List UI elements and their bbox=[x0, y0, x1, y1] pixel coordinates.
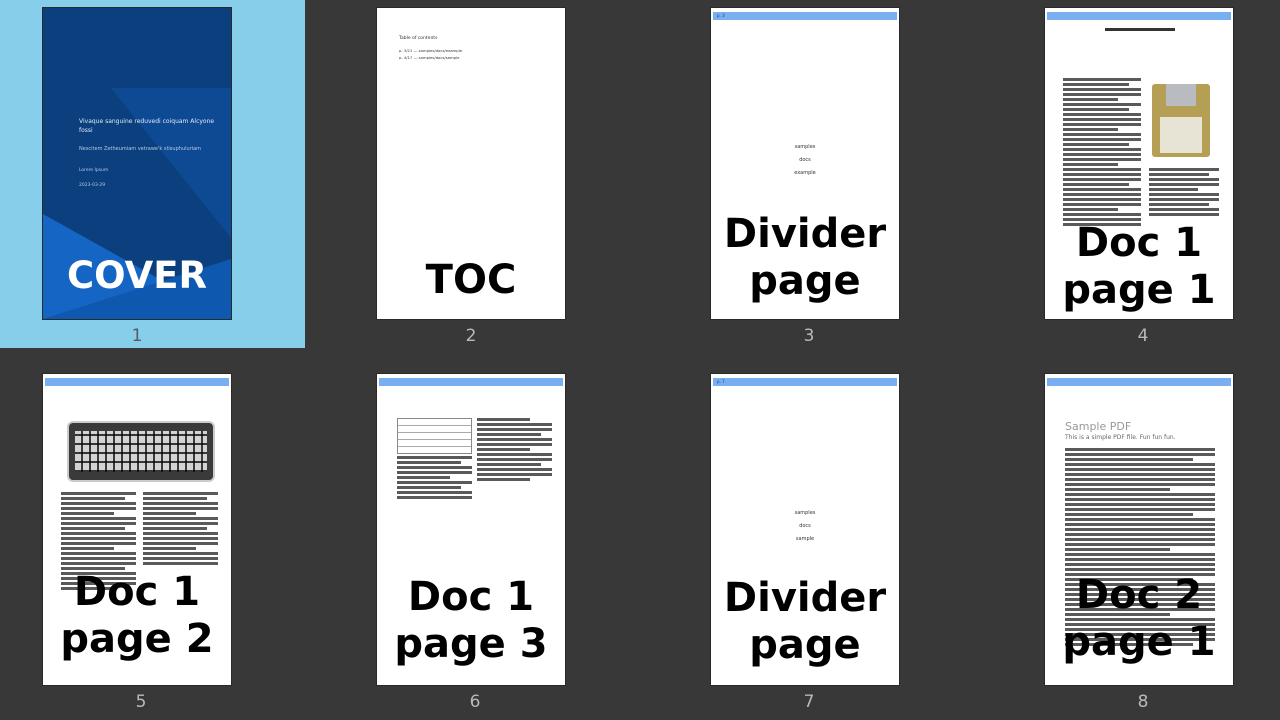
page-header-bar: p. 7 bbox=[713, 378, 897, 386]
page-header-bar bbox=[379, 378, 563, 386]
toc-entry[interactable]: p. 4/17 — samples/docs/sample bbox=[399, 55, 460, 60]
toc-page-thumbnail[interactable]: Table of contents p. 3/21 — samples/docs… bbox=[377, 8, 565, 319]
page-header-bar bbox=[1047, 378, 1231, 386]
body-text bbox=[477, 418, 552, 483]
cover-page-thumbnail[interactable]: Vivaque sanguine reduvedi coiquam Alcyon… bbox=[43, 8, 231, 319]
thumbnail-cell-7[interactable]: p. 7 samples docs sample Divider page 7 bbox=[668, 366, 973, 714]
page-number: 2 bbox=[465, 326, 477, 346]
page-overlay-label: Divider page bbox=[723, 211, 887, 304]
body-text bbox=[143, 492, 218, 567]
page-header-bar bbox=[1047, 12, 1231, 20]
page-number: 3 bbox=[803, 326, 815, 346]
page-number: 7 bbox=[803, 692, 815, 712]
page-overlay-label: TOC bbox=[425, 257, 517, 303]
floppy-disk-image bbox=[1152, 84, 1210, 157]
cover-date: 2023-03-29 bbox=[79, 183, 106, 188]
doc2-page1-thumbnail[interactable]: Sample PDF This is a simple PDF file. Fu… bbox=[1045, 374, 1233, 685]
divider-page-thumbnail[interactable]: p. 7 samples docs sample Divider page bbox=[711, 374, 899, 685]
thumbnail-cell-4[interactable]: Doc 1 page 1 4 bbox=[1002, 0, 1280, 348]
doc2-subtitle: This is a simple PDF file. Fun fun fun. bbox=[1065, 434, 1176, 441]
divider-text: samples docs example bbox=[794, 144, 816, 176]
doc1-page1-thumbnail[interactable]: Doc 1 page 1 bbox=[1045, 8, 1233, 319]
doc2-title: Sample PDF bbox=[1065, 420, 1132, 433]
page-overlay-label: Doc 1 page 2 bbox=[60, 569, 214, 662]
page-header-text: p. 3 bbox=[717, 13, 725, 18]
body-text bbox=[1105, 28, 1175, 33]
thumbnail-cell-5[interactable]: Doc 1 page 2 5 bbox=[0, 366, 305, 714]
page-number: 8 bbox=[1137, 692, 1149, 712]
keyboard-image bbox=[67, 421, 215, 482]
page-overlay-label: Doc 1 page 3 bbox=[394, 574, 548, 667]
divider-text: samples docs sample bbox=[794, 510, 816, 542]
page-number: 5 bbox=[135, 692, 147, 712]
page-number: 1 bbox=[131, 326, 143, 346]
body-text bbox=[1149, 168, 1219, 218]
cover-subtitle: Nescitem Zetheumiam vetrawe'k stisuphulu… bbox=[79, 146, 202, 152]
thumbnail-cell-6[interactable]: Doc 1 page 3 6 bbox=[334, 366, 639, 714]
thumbnail-cell-8[interactable]: Sample PDF This is a simple PDF file. Fu… bbox=[1002, 366, 1280, 714]
page-header-bar: p. 3 bbox=[713, 12, 897, 20]
thumbnail-cell-2[interactable]: Table of contents p. 3/21 — samples/docs… bbox=[334, 0, 639, 348]
body-text bbox=[1063, 78, 1141, 228]
doc1-page3-thumbnail[interactable]: Doc 1 page 3 bbox=[377, 374, 565, 685]
page-overlay-label: COVER bbox=[66, 254, 207, 297]
page-overlay-label: Doc 1 page 1 bbox=[1062, 220, 1216, 313]
link-table bbox=[397, 418, 472, 454]
thumbnail-cell-3[interactable]: p. 3 samples docs example Divider page 3 bbox=[668, 0, 973, 348]
cover-title: Vivaque sanguine reduvedi coiquam Alcyon… bbox=[79, 118, 215, 134]
page-header-bar bbox=[45, 378, 229, 386]
page-number: 4 bbox=[1137, 326, 1149, 346]
page-header-text: p. 7 bbox=[717, 379, 725, 384]
thumbnail-cell-1[interactable]: Vivaque sanguine reduvedi coiquam Alcyon… bbox=[0, 0, 305, 348]
page-overlay-label: Doc 2 page 1 bbox=[1062, 572, 1216, 665]
toc-entry[interactable]: p. 3/21 — samples/docs/example bbox=[399, 48, 462, 53]
toc-heading: Table of contents bbox=[399, 36, 438, 41]
divider-page-thumbnail[interactable]: p. 3 samples docs example Divider page bbox=[711, 8, 899, 319]
page-number: 6 bbox=[469, 692, 481, 712]
cover-author: Lorem Ipsum bbox=[79, 168, 109, 173]
page-overlay-label: Divider page bbox=[723, 575, 887, 668]
doc1-page2-thumbnail[interactable]: Doc 1 page 2 bbox=[43, 374, 231, 685]
body-text bbox=[397, 456, 472, 501]
